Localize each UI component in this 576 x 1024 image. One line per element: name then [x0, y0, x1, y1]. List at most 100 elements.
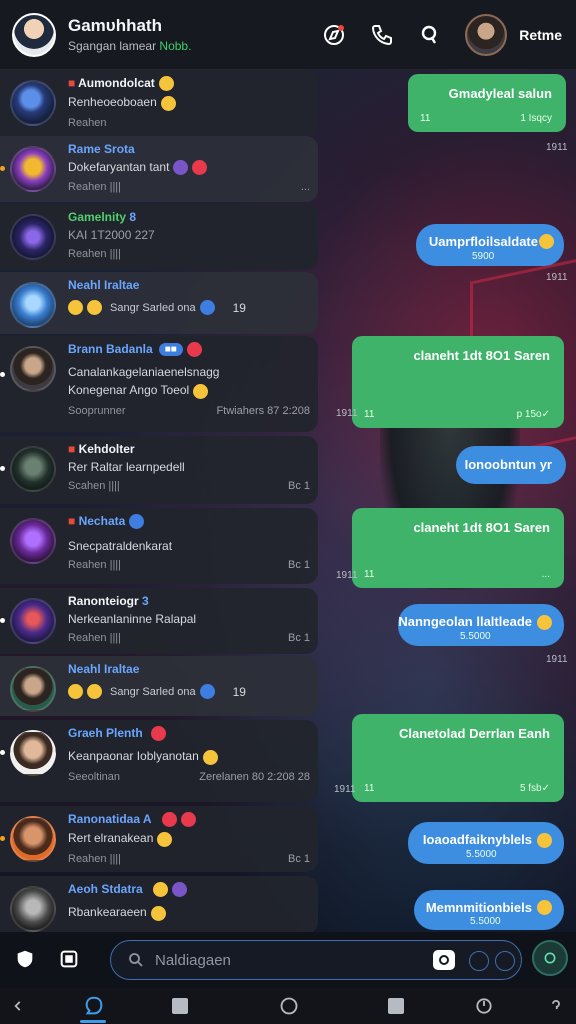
- message-text: Gmadyleal salun: [448, 86, 552, 101]
- emoji-icon: [537, 615, 552, 630]
- message-bubble-in[interactable]: Nanngeolan llaltleade 5.5000: [398, 604, 564, 646]
- chat-body: ■ Nechata Snecpatraldenkarat Reahen ||||…: [68, 514, 310, 578]
- gif-icon[interactable]: [495, 951, 515, 971]
- chat-list-item[interactable]: ■ Kehdolter Rer Raltar learnpedell Scahe…: [0, 436, 318, 504]
- message-text: Clanetolad Derrlan Eanh: [399, 726, 550, 741]
- emoji-icon: [129, 514, 145, 530]
- back-chevron-icon[interactable]: [6, 994, 30, 1018]
- search-icon: [129, 953, 143, 967]
- emoji-icon: [192, 160, 208, 176]
- chat-tab-icon[interactable]: [82, 994, 106, 1018]
- message-input[interactable]: Naldiagaen: [110, 940, 522, 980]
- message-time: 1911: [546, 654, 568, 665]
- message-bubble-in[interactable]: Ionoobntun yr: [456, 446, 566, 484]
- unread-dot: [0, 836, 5, 841]
- message-meta-left: 11: [364, 783, 375, 794]
- status-badge: ■■: [158, 343, 183, 357]
- chat-body: Aeoh Stdatra Rbankearaeen: [68, 882, 310, 928]
- chat-avatar: [10, 446, 56, 492]
- message-time: 1911: [546, 272, 568, 283]
- message-meta: 5.5000: [466, 849, 497, 860]
- chat-meta: Reahen |||| Bc 1: [68, 559, 310, 572]
- chat-name: Neahl Iraltae: [68, 662, 140, 676]
- message-meta-left: 11: [364, 569, 375, 580]
- chat-avatar: [10, 346, 56, 392]
- chat-body: Neahl Iraltae Sangr Sarled ona 19: [68, 662, 310, 710]
- emoji-icon: [158, 76, 174, 92]
- chat-body: Graeh Plenth Keanpaonar Ioblyanotan Seeo…: [68, 726, 310, 796]
- chat-avatar: [10, 214, 56, 260]
- emoji-icon: [537, 833, 552, 848]
- search-icon[interactable]: [417, 22, 443, 48]
- message-meta-right: 5 fsb✓: [519, 783, 550, 794]
- chat-body: ■ Kehdolter Rer Raltar learnpedell Scahe…: [68, 442, 310, 498]
- message-bubble-out[interactable]: Gmadyleal salun 11 1 Isqcy: [408, 74, 566, 132]
- recents-square-icon[interactable]: [384, 994, 408, 1018]
- unread-dot: [0, 618, 5, 623]
- home-circle-icon[interactable]: [277, 994, 301, 1018]
- chat-avatar: [10, 886, 56, 932]
- message-meta-right: ...: [541, 569, 550, 580]
- emoji-icon: [171, 882, 187, 898]
- camera-icon[interactable]: [433, 950, 455, 970]
- chat-list-item[interactable]: Brann Badanla ■■ Canalankagelaniaenelsnag…: [0, 336, 318, 432]
- chat-list-item[interactable]: Graeh Plenth Keanpaonar Ioblyanotan Seeo…: [0, 720, 318, 802]
- chat-name: Ranonatidaa A: [68, 812, 310, 828]
- stats-icon[interactable]: [472, 994, 496, 1018]
- app-subtitle: Sgangan lamear Nobb.: [68, 39, 191, 53]
- chat-preview: Sangr Sarled ona 19: [68, 684, 310, 699]
- chat-list-item[interactable]: Gamelnity 8 KAI 1T2000 227 Reahen ||||: [0, 204, 318, 270]
- chat-meta: Sooprunner Ftwiahers 87 2:208: [68, 404, 310, 417]
- phone-icon[interactable]: [369, 22, 395, 48]
- message-bubble-out[interactable]: claneht 1dt 8O1 Saren 11 p 15o✓: [352, 336, 564, 428]
- chat-list-item[interactable]: ■ Nechata Snecpatraldenkarat Reahen ||||…: [0, 508, 318, 584]
- square-tab-icon[interactable]: [168, 994, 192, 1018]
- chat-name: Ranonteiogr 3: [68, 594, 149, 608]
- chat-preview: Rbankearaeen: [68, 905, 310, 921]
- profile-avatar[interactable]: [12, 12, 56, 57]
- chat-list-item[interactable]: Neahl Iraltae Sangr Sarled ona 19: [0, 272, 318, 334]
- chat-name: Gamelnity 8: [68, 210, 137, 224]
- message-meta: 5900: [472, 251, 495, 262]
- chat-meta: Reahen |||| Bc 1: [68, 632, 310, 644]
- chat-body: Rame Srota Dokefaryantan tant Reahen |||…: [68, 142, 310, 196]
- chat-avatar: [10, 598, 56, 644]
- message-bubble-out[interactable]: claneht 1dt 8O1 Saren 11 ...: [352, 508, 564, 588]
- emoji-picker-icon[interactable]: [469, 951, 489, 971]
- contact-avatar[interactable]: [465, 14, 508, 56]
- chat-list-item[interactable]: Rame Srota Dokefaryantan tant Reahen |||…: [0, 136, 318, 202]
- compass-icon[interactable]: [321, 22, 347, 48]
- emoji-icon: [537, 900, 552, 915]
- chat-list-item[interactable]: Aeoh Stdatra Rbankearaeen: [0, 876, 318, 934]
- chat-list-item[interactable]: Neahl Iraltae Sangr Sarled ona 19: [0, 656, 318, 716]
- unread-dot: [0, 466, 5, 471]
- message-bubble-in[interactable]: Ioaoadfaiknyblels 5.5000: [408, 822, 564, 864]
- input-placeholder: Naldiagaen: [155, 951, 231, 969]
- message-meta-left: 11: [364, 409, 375, 420]
- attachment-icon[interactable]: [58, 948, 80, 970]
- chat-body: Neahl Iraltae Sangr Sarled ona 19: [68, 278, 310, 328]
- chat-body: Ranonteiogr 3 Nerkeanlaninne Ralapal Rea…: [68, 594, 310, 648]
- contact-label[interactable]: Retme: [519, 27, 562, 43]
- emoji-icon: [68, 684, 83, 699]
- message-bubble-out[interactable]: Clanetolad Derrlan Eanh 11 5 fsb✓: [352, 714, 564, 802]
- chat-list-item[interactable]: ■ Aumondolcat Renheoeoboaen Reahen: [0, 70, 318, 136]
- sticker-icon[interactable]: [14, 948, 36, 970]
- subtitle-accent: Nobb.: [159, 39, 192, 53]
- message-text: Nanngeolan llaltleade: [398, 614, 532, 629]
- emoji-icon: [160, 95, 176, 111]
- message-bubble-in[interactable]: Uamprfloilsaldate 5900: [416, 224, 564, 266]
- top-app-bar: Gamυhhath Sgangan lamear Nobb. Retme: [0, 0, 576, 70]
- emoji-icon: [157, 831, 173, 847]
- chat-name: Brann Badanla ■■: [68, 342, 310, 358]
- chat-list-item[interactable]: Ranonteiogr 3 Nerkeanlaninne Ralapal Rea…: [0, 588, 318, 654]
- voice-button[interactable]: [532, 940, 568, 976]
- chat-list-item[interactable]: Ranonatidaa A Rert elranakean Reahen |||…: [0, 806, 318, 872]
- chat-avatar: [10, 816, 56, 862]
- help-icon[interactable]: [544, 994, 568, 1018]
- message-bubble-in[interactable]: Memnmitionbiels 5.5000: [414, 890, 564, 930]
- emoji-icon: [152, 882, 168, 898]
- chat-body: Ranonatidaa A Rert elranakean Reahen |||…: [68, 812, 310, 866]
- emoji-icon: [87, 684, 102, 699]
- emoji-icon: [199, 300, 215, 315]
